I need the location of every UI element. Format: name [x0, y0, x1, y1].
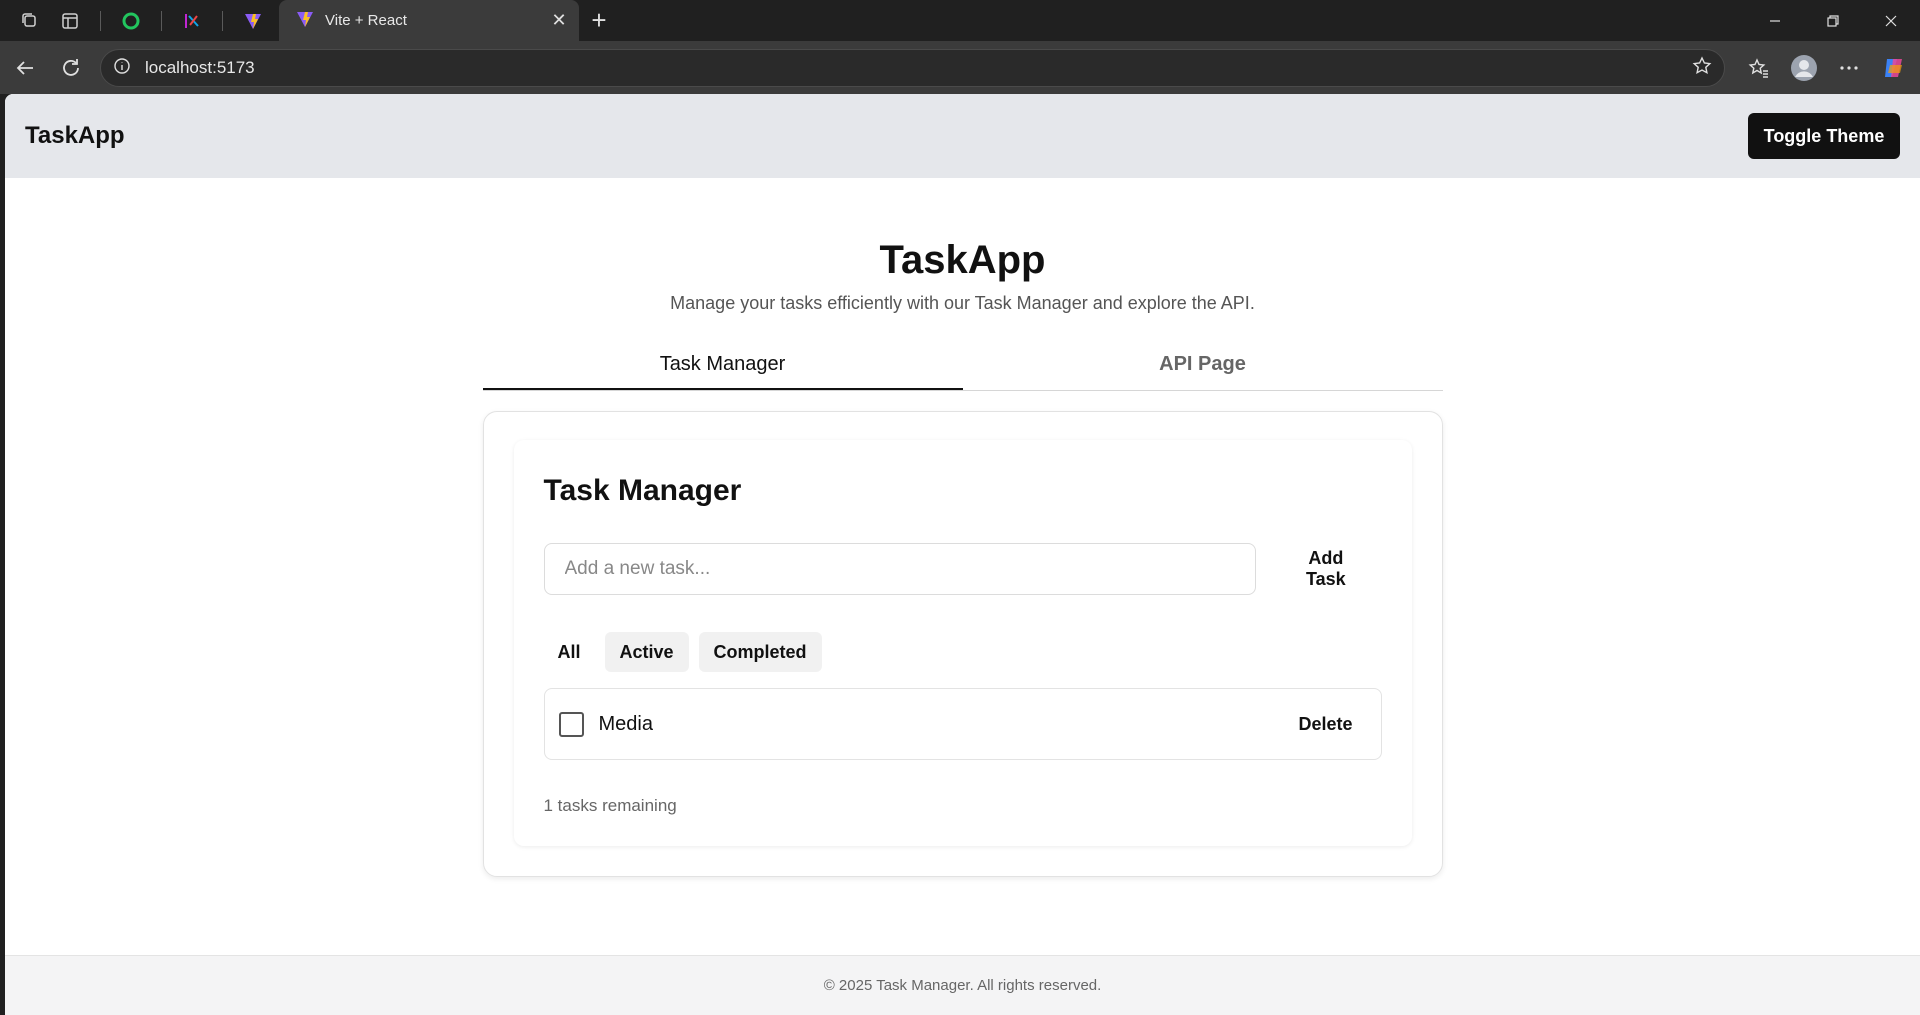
profile-avatar[interactable] — [1781, 48, 1826, 88]
active-tab[interactable]: Vite + React ✕ — [279, 0, 579, 41]
task-manager-panel: Task Manager Add Task All Active Complet… — [482, 411, 1443, 877]
task-manager-title: Task Manager — [543, 474, 742, 507]
task-text: Media — [598, 712, 653, 735]
brand-logo-text[interactable]: TaskApp — [25, 122, 125, 150]
close-window-icon[interactable] — [1862, 0, 1920, 41]
filter-all[interactable]: All — [544, 632, 595, 672]
address-url[interactable]: localhost:5173 — [145, 58, 1692, 78]
address-bar[interactable]: localhost:5173 — [100, 49, 1725, 87]
favorite-star-icon[interactable] — [1692, 55, 1712, 81]
active-tab-title: Vite + React — [325, 12, 407, 29]
pinned-tab-vite-icon[interactable] — [233, 0, 273, 41]
tab-divider — [222, 10, 223, 31]
tasks-remaining-count: 1 tasks remaining — [543, 796, 677, 815]
tab-task-manager[interactable]: Task Manager — [482, 344, 963, 390]
tab-api-page[interactable]: API Page — [963, 344, 1443, 390]
vite-favicon-icon — [295, 9, 315, 33]
add-task-button[interactable]: Add Task — [1270, 538, 1381, 600]
browser-tab-strip: Vite + React ✕ + — [0, 0, 1920, 41]
toggle-theme-button[interactable]: Toggle Theme — [1748, 113, 1900, 159]
tab-actions-icon[interactable] — [50, 0, 90, 41]
pinned-tab-loading-icon[interactable] — [111, 0, 151, 41]
task-filters: All Active Completed — [544, 632, 1382, 672]
page-footer: © 2025 Task Manager. All rights reserved… — [5, 955, 1920, 1015]
close-tab-icon[interactable]: ✕ — [549, 10, 569, 31]
more-options-icon[interactable] — [1826, 48, 1871, 88]
workspaces-icon[interactable] — [10, 0, 50, 41]
tab-divider — [100, 10, 101, 31]
task-manager-card: Task Manager Add Task All Active Complet… — [514, 440, 1412, 846]
page-viewport: TaskApp Toggle Theme TaskApp Manage your… — [5, 94, 1920, 1015]
new-tab-icon[interactable]: + — [579, 0, 619, 41]
site-info-icon[interactable] — [113, 57, 131, 80]
copilot-icon[interactable] — [1871, 48, 1916, 88]
delete-task-button[interactable]: Delete — [1284, 706, 1366, 743]
task-complete-checkbox[interactable] — [558, 711, 584, 737]
filter-active[interactable]: Active — [604, 632, 689, 672]
filter-completed[interactable]: Completed — [698, 632, 822, 672]
footer-copyright: © 2025 Task Manager. All rights reserved… — [823, 977, 1102, 994]
reload-icon[interactable] — [48, 48, 94, 88]
app-header: TaskApp Toggle Theme — [5, 94, 1920, 178]
page-tabs: Task Manager API Page — [482, 344, 1443, 391]
back-icon[interactable] — [2, 48, 48, 88]
restore-icon[interactable] — [1804, 0, 1862, 41]
task-list-item: Media Delete — [543, 688, 1382, 760]
main-content: TaskApp Manage your tasks efficiently wi… — [482, 178, 1443, 877]
minimize-icon[interactable] — [1746, 0, 1804, 41]
add-task-row: Add Task — [543, 538, 1382, 600]
new-task-input[interactable] — [543, 543, 1257, 595]
browser-toolbar: localhost:5173 — [0, 41, 1920, 94]
favorites-icon[interactable] — [1736, 48, 1781, 88]
page-subtitle: Manage your tasks efficiently with our T… — [670, 293, 1255, 313]
page-title: TaskApp — [879, 238, 1046, 282]
pinned-tab-app-icon[interactable] — [172, 0, 212, 41]
tab-divider — [161, 10, 162, 31]
